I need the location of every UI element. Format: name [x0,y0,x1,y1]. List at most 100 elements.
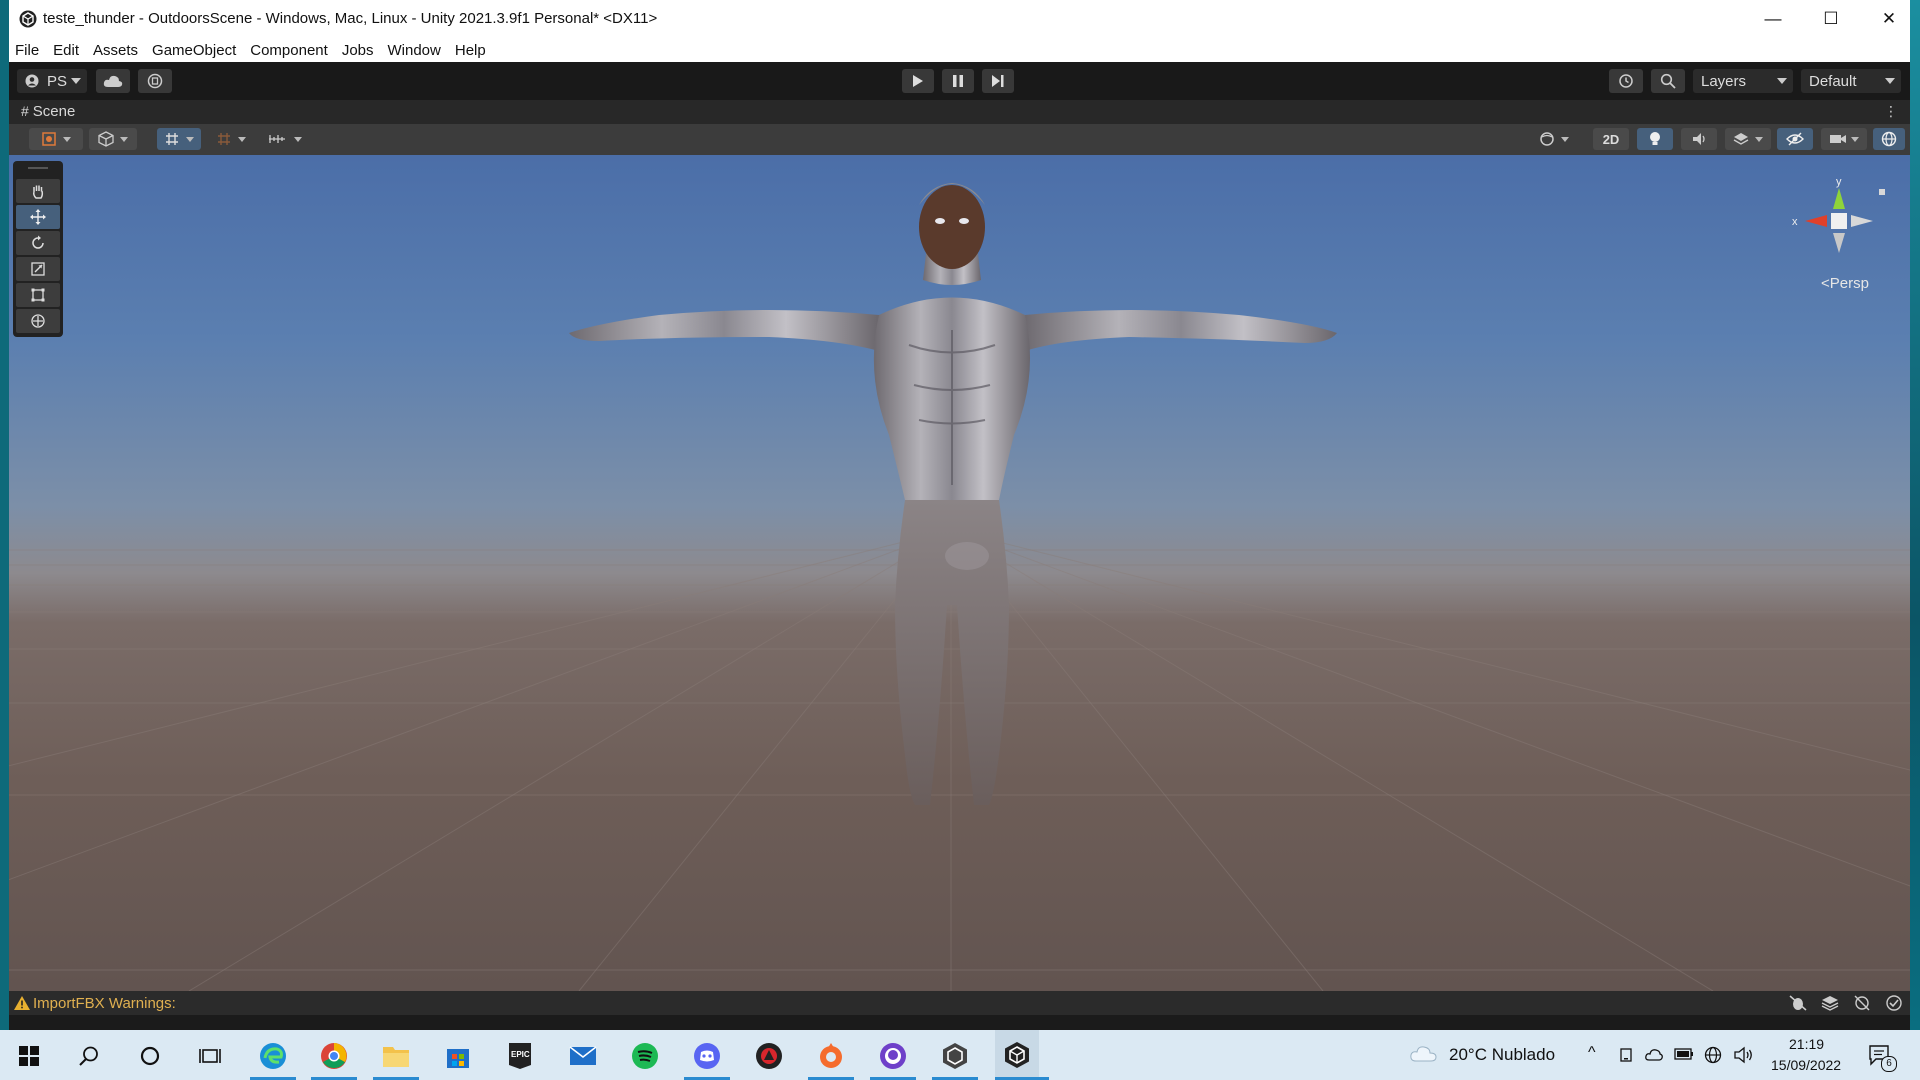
lighting-toggle[interactable] [1637,128,1673,150]
main-toolbar: PS Layers Default [9,62,1910,100]
task-view-button[interactable] [193,1039,227,1073]
scene-tab-bar: # Scene ⋮ [9,100,1910,125]
clock-time[interactable]: 21:19 [1789,1036,1824,1052]
menu-edit[interactable]: Edit [46,42,86,59]
audio-toggle[interactable] [1681,128,1717,150]
cloud-button[interactable] [96,69,130,93]
step-icon [992,75,1004,87]
network-globe-icon[interactable] [1704,1046,1722,1064]
render-mode-dropdown[interactable] [1531,128,1577,150]
chevron-down-icon [120,136,128,142]
menu-jobs[interactable]: Jobs [335,42,381,59]
layout-dropdown[interactable]: Default [1801,69,1901,93]
chrome-app[interactable] [317,1039,351,1073]
camera-settings-dropdown[interactable] [1821,128,1867,150]
gizmo-y-label: y [1836,176,1842,188]
hand-tool[interactable] [16,179,60,203]
debug-off-icon[interactable] [1789,995,1807,1011]
epic-games-app[interactable]: EPIC [503,1039,537,1073]
draw-mode-dropdown[interactable] [29,128,83,150]
scale-tool[interactable] [16,257,60,281]
spotify-app[interactable] [628,1039,662,1073]
edge-app[interactable] [256,1039,290,1073]
character-model[interactable] [9,155,1910,991]
account-dropdown[interactable]: PS [17,69,87,93]
cortana-button[interactable] [133,1039,167,1073]
store-app[interactable] [441,1039,475,1073]
minimize-button[interactable]: — [1744,0,1802,38]
menu-gameobject[interactable]: GameObject [145,42,243,59]
more-options-icon[interactable]: ⋮ [1884,103,1898,120]
palette-grip[interactable] [28,167,48,177]
y-axis-handle[interactable] [1833,188,1845,209]
gizmo-center-cube[interactable] [1831,213,1847,229]
discord-app[interactable] [690,1039,724,1073]
menu-help[interactable]: Help [448,42,493,59]
neg-y-axis-handle[interactable] [1833,233,1845,253]
scene-view-toolbar: 2D [9,124,1910,155]
toggle-2d-button[interactable]: 2D [1593,128,1629,150]
folder-icon [383,1047,409,1067]
draw-mode-icon [42,132,56,146]
layers-dropdown[interactable]: Layers [1693,69,1793,93]
layers-stack-icon[interactable] [1821,995,1839,1011]
x-axis-handle[interactable] [1805,215,1827,227]
gizmos-toggle[interactable] [1873,128,1905,150]
menu-component[interactable]: Component [243,42,335,59]
step-button[interactable] [982,69,1014,93]
github-desktop-app[interactable] [876,1039,910,1073]
rect-transform-icon [31,288,45,302]
collab-button[interactable] [138,69,172,93]
layout-label: Default [1809,72,1857,90]
onedrive-icon[interactable] [1645,1047,1663,1061]
search-taskbar-button[interactable] [72,1039,106,1073]
network-off-icon[interactable] [1853,995,1871,1011]
chevron-down-icon [1561,136,1569,142]
device-icon[interactable] [1618,1047,1634,1063]
file-explorer-app[interactable] [379,1039,413,1073]
rotate-tool[interactable] [16,231,60,255]
status-message[interactable]: ImportFBX Warnings: [33,995,176,1012]
tab-scene[interactable]: # Scene [21,103,75,120]
grid-visibility-toggle[interactable] [209,128,253,150]
battery-icon[interactable] [1674,1047,1694,1061]
unity-hub-app[interactable] [938,1039,972,1073]
volume-icon[interactable] [1734,1046,1754,1064]
move-tool[interactable] [16,205,60,229]
gizmo-lock-icon[interactable] [1879,189,1885,195]
play-button[interactable] [902,69,934,93]
search-button[interactable] [1651,69,1685,93]
game-launcher-app[interactable] [752,1039,786,1073]
history-button[interactable] [1609,69,1643,93]
epic-games-icon: EPIC [509,1043,531,1069]
menu-assets[interactable]: Assets [86,42,145,59]
projection-label[interactable]: <Persp [1821,275,1869,292]
scene-visibility-toggle[interactable] [1777,128,1813,150]
transform-tool[interactable] [16,309,60,333]
origin-app[interactable] [814,1039,848,1073]
shading-dropdown[interactable] [89,128,137,150]
effects-dropdown[interactable] [1725,128,1771,150]
orientation-gizmo[interactable]: y x [1789,173,1889,283]
mail-app[interactable] [566,1039,600,1073]
check-circle-icon[interactable] [1885,995,1903,1011]
menu-window[interactable]: Window [381,42,448,59]
menu-file[interactable]: File [9,42,46,59]
chrome-browser-icon [321,1043,347,1069]
weather-text[interactable]: 20°C Nublado [1449,1045,1555,1065]
start-button[interactable] [12,1039,46,1073]
increment-snap-dropdown[interactable] [261,128,309,150]
scene-viewport[interactable]: y x <Persp [9,155,1910,991]
cortana-icon [140,1046,160,1066]
neg-x-axis-handle[interactable] [1851,215,1873,227]
pause-button[interactable] [942,69,974,93]
unity-editor-app[interactable] [995,1030,1039,1080]
grid-snapping-toggle[interactable] [157,128,201,150]
light-bulb-icon [1650,132,1660,145]
clock-date[interactable]: 15/09/2022 [1771,1057,1841,1073]
maximize-button[interactable]: ☐ [1802,0,1860,38]
cloudy-weather-icon[interactable] [1410,1044,1438,1062]
rect-tool[interactable] [16,283,60,307]
chevron-up-icon[interactable]: ^ [1588,1044,1596,1062]
close-button[interactable]: ✕ [1860,0,1918,38]
